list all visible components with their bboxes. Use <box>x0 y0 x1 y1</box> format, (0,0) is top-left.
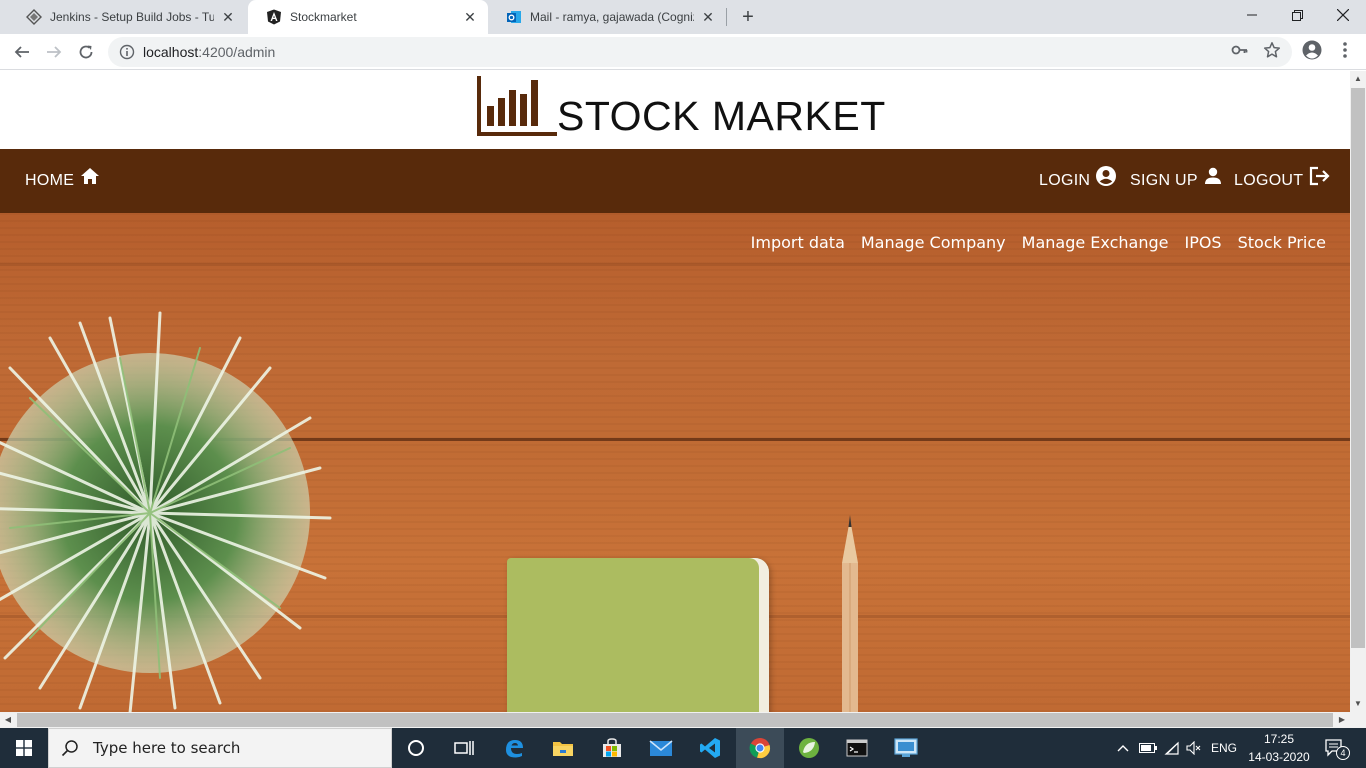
reload-icon[interactable] <box>74 40 98 64</box>
new-tab-button[interactable]: + <box>736 6 760 28</box>
account-circle-icon <box>1096 166 1117 186</box>
remote-desktop-icon[interactable] <box>882 728 930 768</box>
notification-center-icon[interactable]: 4 <box>1318 728 1352 768</box>
cortana-icon[interactable] <box>392 728 440 768</box>
scroll-up-arrow-icon[interactable]: ▲ <box>1350 71 1366 87</box>
speaker-muted-icon[interactable] <box>1184 728 1204 768</box>
admin-menu: Import data Manage Company Manage Exchan… <box>751 233 1326 252</box>
browser-tab-stockmarket[interactable]: Stockmarket ✕ <box>248 0 488 34</box>
task-view-icon[interactable] <box>440 728 488 768</box>
file-explorer-icon[interactable] <box>539 728 587 768</box>
nav-signup-link[interactable]: SIGN UP <box>1130 149 1222 213</box>
microsoft-store-icon[interactable] <box>588 728 636 768</box>
nav-logout-link[interactable]: LOGOUT <box>1234 149 1331 213</box>
search-icon <box>61 740 78 757</box>
admin-link-manage-exchange[interactable]: Manage Exchange <box>1022 233 1169 252</box>
site-header: STOCK MARKET <box>0 71 1350 149</box>
browser-tab-jenkins[interactable]: Jenkins - Setup Build Jobs - Tuto ✕ <box>8 0 246 34</box>
chevron-up-icon[interactable] <box>1113 728 1133 768</box>
spring-tool-icon[interactable] <box>785 728 833 768</box>
wood-plank-seam <box>0 263 1350 266</box>
jenkins-icon <box>26 9 42 25</box>
home-icon <box>80 167 100 185</box>
scroll-down-arrow-icon[interactable]: ▼ <box>1350 696 1366 712</box>
url-text: localhost:4200/admin <box>143 44 275 60</box>
tab-title: Mail - ramya, gajawada (Cogniza <box>530 10 694 24</box>
address-bar[interactable]: localhost:4200/admin <box>108 37 1292 67</box>
language-indicator[interactable]: ENG <box>1206 728 1242 768</box>
admin-link-ipos[interactable]: IPOS <box>1184 233 1221 252</box>
admin-link-stock-price[interactable]: Stock Price <box>1238 233 1326 252</box>
site-title: STOCK MARKET <box>557 93 886 139</box>
minimize-icon[interactable] <box>1229 0 1275 30</box>
scroll-left-arrow-icon[interactable]: ◀ <box>0 712 16 728</box>
page-viewport: STOCK MARKET HOME LOGIN SIGN UP LOGOUT I… <box>0 71 1350 712</box>
notebook-image <box>507 558 769 712</box>
info-icon[interactable] <box>119 44 135 60</box>
url-path: :4200/admin <box>198 44 276 60</box>
admin-link-import-data[interactable]: Import data <box>751 233 845 252</box>
horizontal-scroll-thumb[interactable] <box>17 713 1333 727</box>
pencil-image <box>842 515 858 712</box>
restore-icon[interactable] <box>1274 0 1320 30</box>
tab-separator <box>726 8 727 26</box>
close-window-icon[interactable] <box>1320 0 1366 30</box>
key-icon[interactable] <box>1231 41 1249 59</box>
vertical-scroll-thumb[interactable] <box>1351 88 1365 648</box>
close-icon[interactable]: ✕ <box>462 9 478 25</box>
menu-kebab-icon[interactable] <box>1336 41 1354 59</box>
browser-tab-mail[interactable]: Mail - ramya, gajawada (Cogniza ✕ <box>488 0 726 34</box>
system-clock[interactable]: 17:25 14-03-2020 <box>1248 730 1310 766</box>
outlook-icon <box>506 9 522 25</box>
edge-browser-icon[interactable] <box>490 728 538 768</box>
vscode-icon[interactable] <box>686 728 734 768</box>
admin-link-manage-company[interactable]: Manage Company <box>861 233 1006 252</box>
back-arrow-icon[interactable] <box>10 40 34 64</box>
bookmark-star-icon[interactable] <box>1263 41 1281 59</box>
plant-image <box>0 311 332 712</box>
chrome-icon[interactable] <box>736 728 784 768</box>
close-icon[interactable]: ✕ <box>700 9 716 25</box>
taskbar-search-box[interactable]: Type here to search <box>48 728 392 768</box>
windows-taskbar: Type here to search ENG 17:25 14-03-2020… <box>0 728 1366 768</box>
profile-avatar-icon[interactable] <box>1302 40 1322 60</box>
bar-chart-icon <box>477 76 557 136</box>
browser-toolbar: localhost:4200/admin <box>0 34 1366 70</box>
nav-login-link[interactable]: LOGIN <box>1039 149 1117 213</box>
person-icon <box>1204 167 1222 185</box>
nav-home-link[interactable]: HOME <box>25 149 100 213</box>
browser-tab-strip: Jenkins - Setup Build Jobs - Tuto ✕ Stoc… <box>0 0 1366 34</box>
nav-signup-label: SIGN UP <box>1130 172 1198 189</box>
tab-title: Stockmarket <box>290 10 357 24</box>
scroll-right-arrow-icon[interactable]: ▶ <box>1334 712 1350 728</box>
search-placeholder: Type here to search <box>93 739 241 757</box>
logout-icon <box>1309 166 1331 186</box>
vertical-scrollbar[interactable]: ▲ ▼ <box>1350 71 1366 712</box>
clock-date: 14-03-2020 <box>1248 750 1310 764</box>
wifi-icon[interactable] <box>1161 728 1183 768</box>
mail-app-icon[interactable] <box>637 728 685 768</box>
horizontal-scrollbar[interactable]: ◀ ▶ <box>0 712 1366 728</box>
nav-logout-label: LOGOUT <box>1234 172 1304 189</box>
hero-banner: Import data Manage Company Manage Exchan… <box>0 213 1350 712</box>
command-prompt-icon[interactable] <box>833 728 881 768</box>
battery-icon[interactable] <box>1137 728 1159 768</box>
windows-start-icon[interactable] <box>0 728 48 768</box>
notification-badge: 4 <box>1336 746 1350 760</box>
angular-icon <box>266 9 282 25</box>
nav-login-label: LOGIN <box>1039 172 1091 189</box>
tab-title: Jenkins - Setup Build Jobs - Tuto <box>50 10 214 24</box>
url-host: localhost <box>143 44 199 60</box>
close-icon[interactable]: ✕ <box>220 9 236 25</box>
forward-arrow-icon[interactable] <box>42 40 66 64</box>
main-navbar: HOME LOGIN SIGN UP LOGOUT <box>0 149 1350 213</box>
clock-time: 17:25 <box>1263 732 1295 746</box>
nav-home-label: HOME <box>25 172 75 189</box>
